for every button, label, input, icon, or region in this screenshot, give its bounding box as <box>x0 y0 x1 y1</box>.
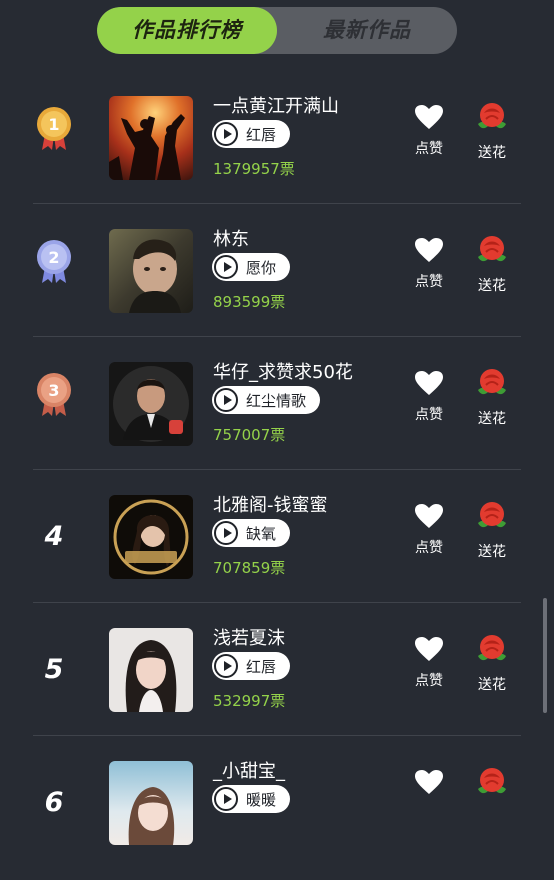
send-flower-button[interactable]: 送花 <box>470 632 514 694</box>
flower-label: 送花 <box>478 145 506 161</box>
portrait-man <box>129 239 181 313</box>
heart-icon <box>415 105 443 129</box>
flower-label: 送花 <box>478 544 506 560</box>
divider <box>33 735 521 736</box>
vote-count: 893599票 <box>213 293 286 311</box>
gold-medal-icon: 1 <box>37 107 71 150</box>
list-item[interactable]: 4 北雅阁-钱蜜蜜 缺氧 707859票 点赞 送花 <box>0 481 554 614</box>
like-button[interactable] <box>407 769 451 795</box>
send-flower-button[interactable]: 送花 <box>470 499 514 561</box>
rank-number: 6 <box>44 787 64 818</box>
song-name: 愿你 <box>246 258 277 277</box>
send-flower-button[interactable] <box>470 765 514 799</box>
like-button[interactable]: 点赞 <box>407 237 451 291</box>
rose-icon <box>478 768 506 794</box>
list-item[interactable]: 5 浅若夏沫 红唇 532997票 点赞 送花 <box>0 614 554 747</box>
rose-icon <box>478 502 506 528</box>
rose-icon <box>478 635 506 661</box>
like-button[interactable]: 点赞 <box>407 104 451 158</box>
like-label: 点赞 <box>415 540 443 556</box>
play-song-button[interactable]: 缺氧 <box>212 519 291 547</box>
song-name: 红唇 <box>246 125 277 144</box>
play-icon <box>214 521 238 545</box>
like-button[interactable]: 点赞 <box>407 636 451 690</box>
send-flower-button[interactable]: 送花 <box>470 100 514 162</box>
scrollbar[interactable] <box>543 598 547 713</box>
send-flower-button[interactable]: 送花 <box>470 233 514 295</box>
portrait-suit <box>113 366 189 442</box>
work-title[interactable]: _小甜宝_ <box>213 757 285 783</box>
like-button[interactable]: 点赞 <box>407 370 451 424</box>
vote-count: 757007票 <box>213 426 286 444</box>
play-song-button[interactable]: 红唇 <box>212 652 291 680</box>
play-icon <box>214 654 238 678</box>
cover-image[interactable] <box>109 628 193 712</box>
cover-image[interactable] <box>109 362 193 446</box>
play-song-button[interactable]: 暖暖 <box>212 785 291 813</box>
heart-icon <box>415 371 443 395</box>
tab-switcher: 作品排行榜 最新作品 <box>97 7 457 54</box>
heart-icon <box>415 238 443 262</box>
play-song-button[interactable]: 愿你 <box>212 253 291 281</box>
vote-count: 532997票 <box>213 692 286 710</box>
medal-rank: 1 <box>48 115 59 134</box>
song-name: 暖暖 <box>246 790 277 809</box>
play-icon <box>214 122 238 146</box>
tab-latest[interactable]: 最新作品 <box>277 7 457 54</box>
divider <box>33 469 521 470</box>
silver-medal-icon: 2 <box>37 240 71 283</box>
rose-icon <box>478 103 506 129</box>
divider <box>33 203 521 204</box>
song-name: 缺氧 <box>246 524 277 543</box>
rank-number: 4 <box>44 521 64 552</box>
play-song-button[interactable]: 红尘情歌 <box>212 386 321 414</box>
like-label: 点赞 <box>415 407 443 423</box>
heart-icon <box>415 770 443 794</box>
heart-icon <box>415 504 443 528</box>
play-icon <box>214 255 238 279</box>
cover-image[interactable] <box>109 96 193 180</box>
medal-rank: 2 <box>48 248 59 267</box>
dancers-silhouette <box>109 114 185 180</box>
work-title[interactable]: 华仔_求赞求50花 <box>213 358 353 384</box>
divider <box>33 336 521 337</box>
play-icon <box>214 787 238 811</box>
like-label: 点赞 <box>415 274 443 290</box>
cover-image[interactable] <box>109 761 193 845</box>
rose-icon <box>478 369 506 395</box>
heart-icon <box>415 637 443 661</box>
rank-number: 5 <box>44 654 64 685</box>
send-flower-button[interactable]: 送花 <box>470 366 514 428</box>
list-item[interactable]: 6 _小甜宝_ 暖暖 <box>0 747 554 880</box>
portrait-girl <box>125 640 177 712</box>
divider <box>33 602 521 603</box>
list-item[interactable]: 1 一点黄江开满山 红唇 1379957票 点赞 送花 <box>0 82 554 215</box>
cover-image[interactable] <box>109 495 193 579</box>
flower-label: 送花 <box>478 411 506 427</box>
like-label: 点赞 <box>415 673 443 689</box>
work-title[interactable]: 浅若夏沫 <box>213 624 285 650</box>
list-item[interactable]: 2 林东 愿你 893599票 点赞 送花 <box>0 215 554 348</box>
song-name: 红唇 <box>246 657 277 676</box>
medal-rank: 3 <box>48 381 59 400</box>
bronze-medal-icon: 3 <box>37 373 71 416</box>
like-button[interactable]: 点赞 <box>407 503 451 557</box>
like-label: 点赞 <box>415 141 443 157</box>
play-icon <box>214 388 238 412</box>
portrait-gold-frame <box>113 499 189 575</box>
work-title[interactable]: 北雅阁-钱蜜蜜 <box>213 491 328 517</box>
vote-count: 1379957票 <box>213 160 295 178</box>
portrait-sweet-girl <box>128 787 175 845</box>
list-item[interactable]: 3 华仔_求赞求50花 红尘情歌 757007票 点赞 送花 <box>0 348 554 481</box>
cover-image[interactable] <box>109 229 193 313</box>
song-name: 红尘情歌 <box>246 391 307 410</box>
work-title[interactable]: 林东 <box>213 225 249 251</box>
vote-count: 707859票 <box>213 559 286 577</box>
rose-icon <box>478 236 506 262</box>
work-title[interactable]: 一点黄江开满山 <box>213 92 339 118</box>
flower-label: 送花 <box>478 278 506 294</box>
play-song-button[interactable]: 红唇 <box>212 120 291 148</box>
tab-ranking[interactable]: 作品排行榜 <box>97 7 277 54</box>
flower-label: 送花 <box>478 677 506 693</box>
